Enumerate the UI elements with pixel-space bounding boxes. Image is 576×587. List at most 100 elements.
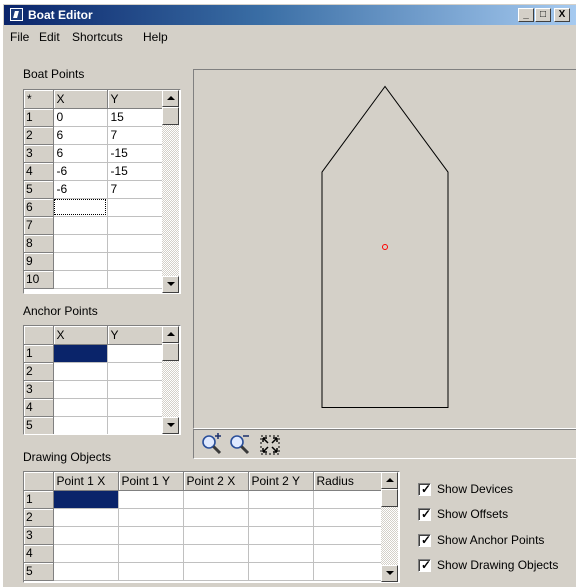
cell[interactable] xyxy=(313,526,382,545)
cell-y[interactable]: -15 xyxy=(107,144,163,163)
cell-x-focused[interactable] xyxy=(53,198,108,217)
row-header[interactable]: 4 xyxy=(24,162,54,181)
checkbox-label[interactable]: Show Anchor Points xyxy=(437,533,544,547)
column-header-y[interactable]: Y xyxy=(107,90,163,109)
boat-points-scrollbar[interactable] xyxy=(162,90,179,293)
cell-y[interactable] xyxy=(107,252,163,271)
column-header-x[interactable]: X xyxy=(53,326,108,345)
scroll-thumb[interactable] xyxy=(381,489,398,507)
cell-x-selected[interactable] xyxy=(53,344,108,363)
cell-x[interactable] xyxy=(53,234,108,253)
cell[interactable] xyxy=(313,544,382,563)
cell-x[interactable] xyxy=(53,362,108,381)
cell[interactable] xyxy=(53,526,119,545)
cell[interactable] xyxy=(53,562,119,581)
cell[interactable] xyxy=(183,562,249,581)
menu-edit[interactable]: Edit xyxy=(39,30,60,44)
row-header[interactable]: 5 xyxy=(24,416,54,434)
zoom-fit-icon[interactable] xyxy=(258,433,282,457)
cell-x[interactable] xyxy=(53,216,108,235)
cell-x[interactable]: -6 xyxy=(53,162,108,181)
row-header[interactable]: 2 xyxy=(24,508,54,527)
cell[interactable] xyxy=(248,508,314,527)
menu-shortcuts[interactable]: Shortcuts xyxy=(72,30,123,44)
cell-x[interactable] xyxy=(53,416,108,434)
row-header[interactable]: 5 xyxy=(24,180,54,199)
cell[interactable] xyxy=(118,490,184,509)
cell-x[interactable] xyxy=(53,270,108,289)
cell[interactable] xyxy=(248,544,314,563)
cell-x[interactable]: -6 xyxy=(53,180,108,199)
column-header-point1y[interactable]: Point 1 Y xyxy=(118,472,184,491)
cell-y[interactable] xyxy=(107,344,163,363)
row-header[interactable]: 9 xyxy=(24,252,54,271)
column-header-point2x[interactable]: Point 2 X xyxy=(183,472,249,491)
drawing-objects-grid[interactable]: Point 1 X Point 1 Y Point 2 X Point 2 Y … xyxy=(23,471,400,583)
scroll-down-button[interactable] xyxy=(162,417,179,434)
checkbox-label[interactable]: Show Offsets xyxy=(437,507,508,521)
row-header[interactable]: 5 xyxy=(24,562,54,581)
scroll-up-button[interactable] xyxy=(162,90,179,107)
cell-y[interactable]: 15 xyxy=(107,108,163,127)
cell[interactable] xyxy=(313,508,382,527)
row-header[interactable]: 6 xyxy=(24,198,54,217)
row-header[interactable]: 4 xyxy=(24,398,54,417)
close-button[interactable]: X xyxy=(554,8,570,22)
column-header-point1x[interactable]: Point 1 X xyxy=(53,472,119,491)
scroll-thumb[interactable] xyxy=(162,107,179,125)
cell-x[interactable]: 6 xyxy=(53,126,108,145)
cell-y[interactable]: 7 xyxy=(107,180,163,199)
cell-y[interactable] xyxy=(107,216,163,235)
row-header[interactable]: 8 xyxy=(24,234,54,253)
boat-canvas[interactable] xyxy=(193,69,576,429)
row-header[interactable]: 7 xyxy=(24,216,54,235)
row-header[interactable]: 3 xyxy=(24,526,54,545)
row-header[interactable]: 4 xyxy=(24,544,54,563)
cell[interactable] xyxy=(118,526,184,545)
title-bar[interactable]: Boat Editor _ □ X xyxy=(4,5,576,25)
boat-points-grid[interactable]: * X Y 1 0 15 267 3 6 -15 4 -6 -15 5 -6 7 6 7 8 9… xyxy=(23,89,181,294)
menu-file[interactable]: File xyxy=(10,30,29,44)
cell-y[interactable] xyxy=(107,362,163,381)
cell-y[interactable]: -15 xyxy=(107,162,163,181)
cell-x[interactable]: 0 xyxy=(53,108,108,127)
row-header[interactable]: 1 xyxy=(24,108,54,127)
cell-y[interactable] xyxy=(107,398,163,417)
menu-help[interactable]: Help xyxy=(143,30,168,44)
cell-y[interactable] xyxy=(107,380,163,399)
drawing-objects-scrollbar[interactable] xyxy=(381,472,398,582)
column-header-x[interactable]: X xyxy=(53,90,108,109)
cell[interactable] xyxy=(118,544,184,563)
zoom-in-icon[interactable] xyxy=(200,433,224,457)
column-header-radius[interactable]: Radius xyxy=(313,472,382,491)
row-header[interactable]: 1 xyxy=(24,344,54,363)
scroll-down-button[interactable] xyxy=(381,565,398,582)
cell[interactable] xyxy=(183,544,249,563)
row-header[interactable]: 3 xyxy=(24,144,54,163)
cell[interactable] xyxy=(118,562,184,581)
cell-x[interactable] xyxy=(53,252,108,271)
cell-y[interactable] xyxy=(107,234,163,253)
cell[interactable] xyxy=(118,508,184,527)
checkbox-label[interactable]: Show Devices xyxy=(437,482,513,496)
cell[interactable] xyxy=(248,526,314,545)
checkbox-box[interactable]: ✓ xyxy=(418,482,431,496)
cell[interactable] xyxy=(313,562,382,581)
cell-y[interactable]: 7 xyxy=(107,126,163,145)
cell[interactable] xyxy=(248,562,314,581)
column-header-point2y[interactable]: Point 2 Y xyxy=(248,472,314,491)
cell[interactable] xyxy=(183,490,249,509)
cell-x[interactable]: 6 xyxy=(53,144,108,163)
scroll-up-button[interactable] xyxy=(381,472,398,489)
row-header[interactable]: 1 xyxy=(24,490,54,509)
scroll-up-button[interactable] xyxy=(162,326,179,343)
cell-x[interactable] xyxy=(53,398,108,417)
checkbox-label[interactable]: Show Drawing Objects xyxy=(437,558,558,572)
cell[interactable] xyxy=(248,490,314,509)
checkbox-box[interactable]: ✓ xyxy=(418,558,431,572)
column-header-y[interactable]: Y xyxy=(107,326,163,345)
row-header[interactable]: 2 xyxy=(24,362,54,381)
cell[interactable] xyxy=(313,490,382,509)
scroll-thumb[interactable] xyxy=(162,343,179,361)
checkbox-box[interactable]: ✓ xyxy=(418,533,431,547)
